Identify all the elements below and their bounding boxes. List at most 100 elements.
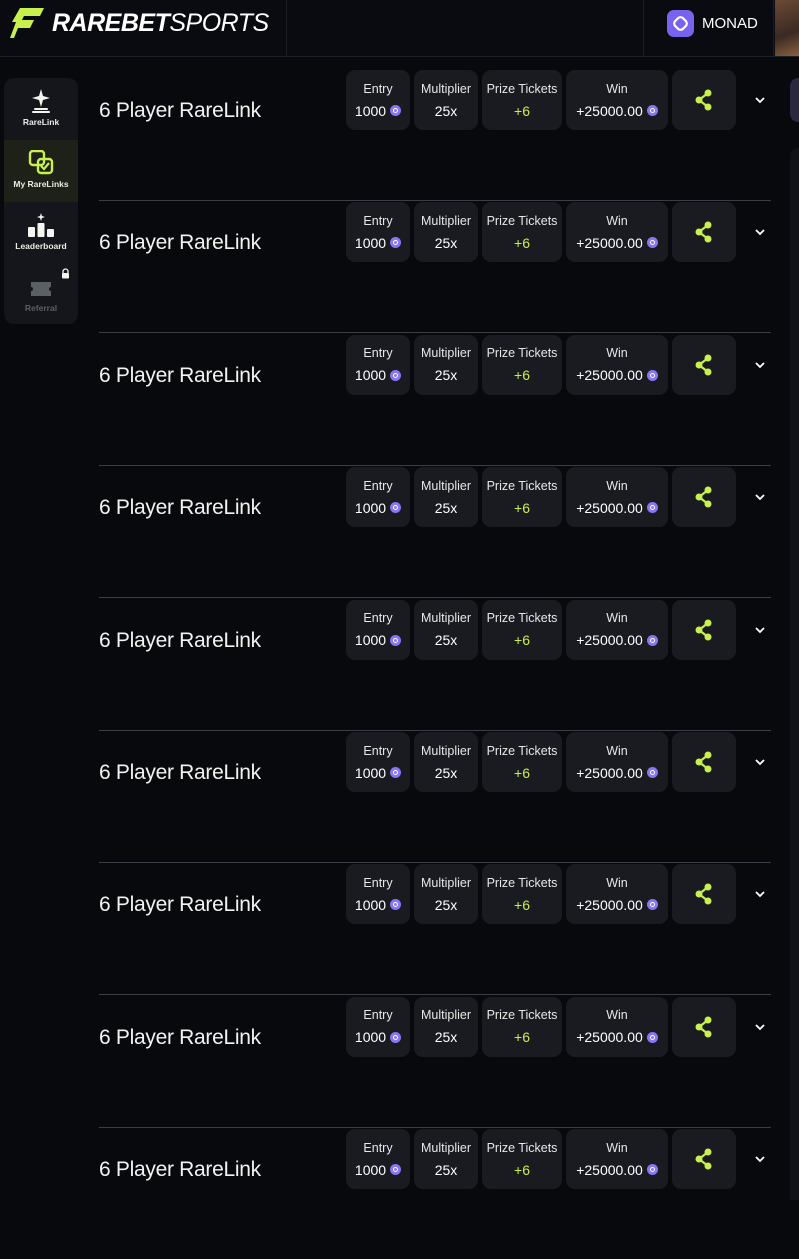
prize-tickets-value: +6 [514,896,530,913]
monad-coin-icon [390,767,402,778]
chevron-down-icon[interactable] [754,1153,766,1165]
entry-amount: 1000 [354,1029,387,1046]
multiplier-label: Multiplier [420,611,471,626]
rarelink-row[interactable]: 6 Player RareLink Entry 1000 Multiplier … [99,1127,771,1259]
win-value: +25000.00 [576,1162,658,1178]
rarelink-row[interactable]: 6 Player RareLink Entry 1000 Multiplier … [99,730,771,863]
multiplier-value: 25x [434,764,458,781]
sidebar-item-rarelink[interactable]: RareLink [4,78,78,140]
share-button[interactable] [672,467,736,528]
win-label: Win [606,1140,628,1155]
rarelink-title: 6 Player RareLink [99,363,261,387]
multiplier-value: 25x [434,1161,458,1178]
entry-box: Entry 1000 [346,467,410,528]
sidebar-item-leaderboard[interactable]: Leaderboard [4,202,78,264]
rarelink-row[interactable]: 6 Player RareLink Entry 1000 Multiplier … [99,200,771,334]
entry-box: Entry 1000 [346,1129,410,1190]
sidebar-item-my-rarelinks[interactable]: My RareLinks [4,140,78,202]
brand-logo[interactable]: RAREBETSPORTS [10,6,269,40]
entry-label: Entry [363,743,393,758]
monad-coin-icon [390,634,402,646]
entry-amount: 1000 [354,764,387,781]
side-panel-edge [790,78,799,122]
brand-light: SPORTS [169,8,269,37]
chevron-down-icon[interactable] [754,624,766,636]
multiplier-label: Multiplier [420,1008,471,1023]
entry-value: 1000 [354,1161,402,1178]
prize-tickets-value: +6 [514,1161,530,1178]
entry-amount: 1000 [354,234,387,251]
win-amount: +25000.00 [576,367,643,384]
win-value: +25000.00 [576,765,658,781]
multiplier-value: 25x [434,632,458,649]
multiplier-value: 25x [434,234,458,251]
entry-label: Entry [363,213,393,228]
share-button[interactable] [672,70,736,130]
prize-tickets-label: Prize Tickets [486,1008,558,1023]
entry-value: 1000 [354,367,402,384]
chevron-down-icon[interactable] [754,491,766,503]
entry-box: Entry 1000 [346,202,410,263]
chevron-down-icon[interactable] [754,226,766,238]
entry-amount: 1000 [354,1161,387,1178]
monad-coin-icon [646,502,658,514]
entry-label: Entry [363,478,393,493]
win-value: +25000.00 [576,897,658,913]
share-button[interactable] [672,864,736,925]
rarelink-row[interactable]: 6 Player RareLink Entry 1000 Multiplier … [99,995,771,1128]
monad-coin-icon [646,899,658,911]
win-amount: +25000.00 [576,1029,643,1046]
entry-amount: 1000 [354,367,387,384]
avatar[interactable] [775,0,799,56]
share-button[interactable] [672,334,736,395]
prize-tickets-value: +6 [514,234,530,251]
side-panel-edge [790,148,799,1200]
monad-coin-icon [646,105,658,116]
win-amount: +25000.00 [576,764,643,781]
entry-label: Entry [363,611,393,626]
share-button[interactable] [672,599,736,660]
win-value: +25000.00 [576,632,658,648]
prize-tickets-label: Prize Tickets [486,611,558,626]
entry-value: 1000 [354,1029,402,1046]
prize-tickets-value: +6 [514,367,530,384]
monad-coin-icon [390,105,402,116]
share-button[interactable] [672,732,736,792]
win-box: Win +25000.00 [566,1129,668,1190]
rarelink-row[interactable]: 6 Player RareLink Entry 1000 Multiplier … [99,465,771,599]
rarelink-row[interactable]: 6 Player RareLink Entry 1000 Multiplier … [99,68,771,201]
multiplier-value: 25x [434,896,458,913]
entry-label: Entry [363,81,393,96]
share-button[interactable] [672,996,736,1057]
win-box: Win +25000.00 [566,334,668,395]
win-label: Win [606,875,628,890]
rarelink-row[interactable]: 6 Player RareLink Entry 1000 Multiplier … [99,333,771,466]
network-label: MONAD [702,14,758,32]
prize-tickets-value: +6 [514,764,530,781]
chevron-down-icon[interactable] [754,1021,766,1033]
share-button[interactable] [672,1129,736,1190]
chevron-down-icon[interactable] [754,756,766,768]
chevron-down-icon[interactable] [754,94,766,106]
chevron-down-icon[interactable] [754,888,766,900]
rarelink-row[interactable]: 6 Player RareLink Entry 1000 Multiplier … [99,598,771,731]
win-box: Win +25000.00 [566,732,668,792]
entry-box: Entry 1000 [346,70,410,130]
header-divider [643,0,644,56]
rarelink-row[interactable]: 6 Player RareLink Entry 1000 Multiplier … [99,862,771,996]
win-box: Win +25000.00 [566,70,668,130]
rarelink-title: 6 Player RareLink [99,496,261,520]
share-button[interactable] [672,202,736,263]
prize-tickets-box: Prize Tickets +6 [482,202,562,263]
monad-coin-icon [646,1031,658,1043]
win-amount: +25000.00 [576,234,643,251]
prize-tickets-value: +6 [514,102,530,119]
prize-tickets-box: Prize Tickets +6 [482,599,562,660]
multiplier-label: Multiplier [420,346,471,361]
rarelink-title: 6 Player RareLink [99,893,261,917]
sidebar-item-referral[interactable]: Referral [4,264,78,326]
chevron-down-icon[interactable] [754,359,766,371]
network-selector[interactable]: MONAD [667,9,758,37]
rarelink-title: 6 Player RareLink [99,628,261,652]
win-box: Win +25000.00 [566,599,668,660]
